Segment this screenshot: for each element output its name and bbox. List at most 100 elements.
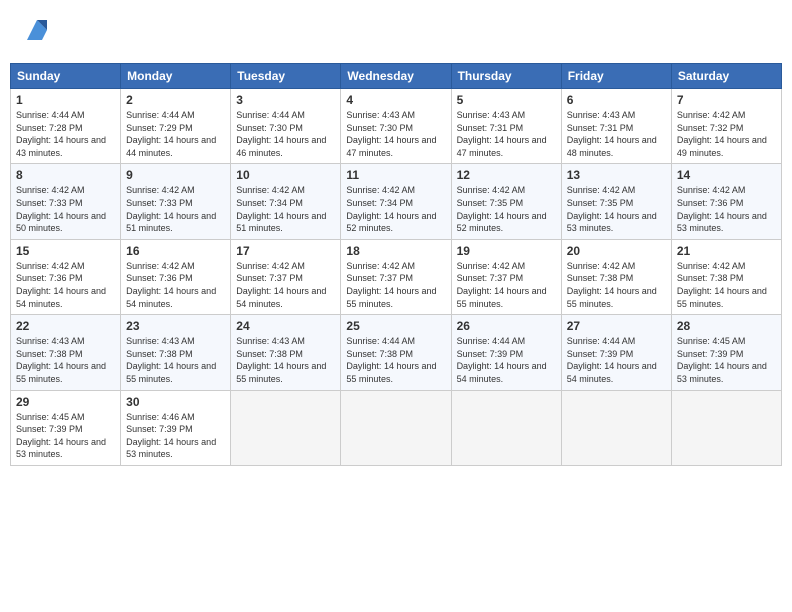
sunset-label: Sunset: 7:34 PM xyxy=(346,198,413,208)
calendar-cell xyxy=(561,390,671,465)
daylight-label: Daylight: 14 hours and 52 minutes. xyxy=(457,211,547,234)
daylight-label: Daylight: 14 hours and 55 minutes. xyxy=(16,361,106,384)
daylight-label: Daylight: 14 hours and 55 minutes. xyxy=(567,286,657,309)
day-number: 25 xyxy=(346,319,445,333)
daylight-label: Daylight: 14 hours and 53 minutes. xyxy=(16,437,106,460)
day-number: 26 xyxy=(457,319,556,333)
calendar-cell: 17 Sunrise: 4:42 AM Sunset: 7:37 PM Dayl… xyxy=(231,239,341,314)
day-number: 28 xyxy=(677,319,776,333)
calendar-cell: 27 Sunrise: 4:44 AM Sunset: 7:39 PM Dayl… xyxy=(561,315,671,390)
day-number: 8 xyxy=(16,168,115,182)
col-header-friday: Friday xyxy=(561,64,671,89)
calendar-cell: 22 Sunrise: 4:43 AM Sunset: 7:38 PM Dayl… xyxy=(11,315,121,390)
sunset-label: Sunset: 7:33 PM xyxy=(126,198,193,208)
daylight-label: Daylight: 14 hours and 53 minutes. xyxy=(567,211,657,234)
col-header-thursday: Thursday xyxy=(451,64,561,89)
day-info: Sunrise: 4:42 AM Sunset: 7:36 PM Dayligh… xyxy=(16,260,115,310)
day-number: 10 xyxy=(236,168,335,182)
sunrise-label: Sunrise: 4:44 AM xyxy=(567,336,636,346)
calendar-cell: 28 Sunrise: 4:45 AM Sunset: 7:39 PM Dayl… xyxy=(671,315,781,390)
sunrise-label: Sunrise: 4:43 AM xyxy=(236,336,305,346)
day-number: 9 xyxy=(126,168,225,182)
calendar-cell: 26 Sunrise: 4:44 AM Sunset: 7:39 PM Dayl… xyxy=(451,315,561,390)
day-number: 3 xyxy=(236,93,335,107)
daylight-label: Daylight: 14 hours and 54 minutes. xyxy=(457,361,547,384)
daylight-label: Daylight: 14 hours and 55 minutes. xyxy=(346,361,436,384)
daylight-label: Daylight: 14 hours and 53 minutes. xyxy=(677,211,767,234)
sunset-label: Sunset: 7:39 PM xyxy=(457,349,524,359)
sunset-label: Sunset: 7:39 PM xyxy=(16,424,83,434)
sunrise-label: Sunrise: 4:44 AM xyxy=(16,110,85,120)
sunrise-label: Sunrise: 4:43 AM xyxy=(126,336,195,346)
calendar-cell: 11 Sunrise: 4:42 AM Sunset: 7:34 PM Dayl… xyxy=(341,164,451,239)
sunrise-label: Sunrise: 4:42 AM xyxy=(457,261,526,271)
calendar-cell xyxy=(451,390,561,465)
day-number: 16 xyxy=(126,244,225,258)
daylight-label: Daylight: 14 hours and 48 minutes. xyxy=(567,135,657,158)
day-number: 15 xyxy=(16,244,115,258)
calendar-cell: 13 Sunrise: 4:42 AM Sunset: 7:35 PM Dayl… xyxy=(561,164,671,239)
calendar-cell xyxy=(231,390,341,465)
sunset-label: Sunset: 7:39 PM xyxy=(677,349,744,359)
day-number: 7 xyxy=(677,93,776,107)
sunset-label: Sunset: 7:28 PM xyxy=(16,123,83,133)
calendar-cell xyxy=(671,390,781,465)
calendar-table: SundayMondayTuesdayWednesdayThursdayFrid… xyxy=(10,63,782,466)
day-number: 4 xyxy=(346,93,445,107)
sunrise-label: Sunrise: 4:43 AM xyxy=(457,110,526,120)
day-info: Sunrise: 4:42 AM Sunset: 7:34 PM Dayligh… xyxy=(236,184,335,234)
daylight-label: Daylight: 14 hours and 51 minutes. xyxy=(126,211,216,234)
daylight-label: Daylight: 14 hours and 55 minutes. xyxy=(236,361,326,384)
calendar-cell: 2 Sunrise: 4:44 AM Sunset: 7:29 PM Dayli… xyxy=(121,89,231,164)
calendar-week-2: 8 Sunrise: 4:42 AM Sunset: 7:33 PM Dayli… xyxy=(11,164,782,239)
day-info: Sunrise: 4:44 AM Sunset: 7:38 PM Dayligh… xyxy=(346,335,445,385)
day-info: Sunrise: 4:43 AM Sunset: 7:31 PM Dayligh… xyxy=(457,109,556,159)
day-info: Sunrise: 4:42 AM Sunset: 7:37 PM Dayligh… xyxy=(457,260,556,310)
calendar-cell: 4 Sunrise: 4:43 AM Sunset: 7:30 PM Dayli… xyxy=(341,89,451,164)
col-header-tuesday: Tuesday xyxy=(231,64,341,89)
sunset-label: Sunset: 7:35 PM xyxy=(457,198,524,208)
day-number: 24 xyxy=(236,319,335,333)
page-header xyxy=(10,10,782,55)
day-info: Sunrise: 4:42 AM Sunset: 7:37 PM Dayligh… xyxy=(346,260,445,310)
sunset-label: Sunset: 7:32 PM xyxy=(677,123,744,133)
sunrise-label: Sunrise: 4:44 AM xyxy=(126,110,195,120)
day-number: 22 xyxy=(16,319,115,333)
calendar-cell: 21 Sunrise: 4:42 AM Sunset: 7:38 PM Dayl… xyxy=(671,239,781,314)
day-info: Sunrise: 4:43 AM Sunset: 7:30 PM Dayligh… xyxy=(346,109,445,159)
sunrise-label: Sunrise: 4:44 AM xyxy=(346,336,415,346)
sunrise-label: Sunrise: 4:42 AM xyxy=(236,185,305,195)
sunset-label: Sunset: 7:38 PM xyxy=(236,349,303,359)
day-number: 14 xyxy=(677,168,776,182)
calendar-cell: 20 Sunrise: 4:42 AM Sunset: 7:38 PM Dayl… xyxy=(561,239,671,314)
calendar-header-row: SundayMondayTuesdayWednesdayThursdayFrid… xyxy=(11,64,782,89)
sunrise-label: Sunrise: 4:44 AM xyxy=(236,110,305,120)
day-info: Sunrise: 4:44 AM Sunset: 7:29 PM Dayligh… xyxy=(126,109,225,159)
calendar-cell: 19 Sunrise: 4:42 AM Sunset: 7:37 PM Dayl… xyxy=(451,239,561,314)
daylight-label: Daylight: 14 hours and 47 minutes. xyxy=(457,135,547,158)
sunrise-label: Sunrise: 4:42 AM xyxy=(677,110,746,120)
daylight-label: Daylight: 14 hours and 53 minutes. xyxy=(126,437,216,460)
sunset-label: Sunset: 7:38 PM xyxy=(346,349,413,359)
calendar-cell: 18 Sunrise: 4:42 AM Sunset: 7:37 PM Dayl… xyxy=(341,239,451,314)
col-header-monday: Monday xyxy=(121,64,231,89)
day-info: Sunrise: 4:43 AM Sunset: 7:38 PM Dayligh… xyxy=(16,335,115,385)
col-header-sunday: Sunday xyxy=(11,64,121,89)
calendar-cell: 25 Sunrise: 4:44 AM Sunset: 7:38 PM Dayl… xyxy=(341,315,451,390)
day-number: 29 xyxy=(16,395,115,409)
day-number: 13 xyxy=(567,168,666,182)
sunset-label: Sunset: 7:30 PM xyxy=(346,123,413,133)
sunset-label: Sunset: 7:31 PM xyxy=(567,123,634,133)
sunrise-label: Sunrise: 4:42 AM xyxy=(567,185,636,195)
sunset-label: Sunset: 7:37 PM xyxy=(346,273,413,283)
calendar-cell: 12 Sunrise: 4:42 AM Sunset: 7:35 PM Dayl… xyxy=(451,164,561,239)
daylight-label: Daylight: 14 hours and 55 minutes. xyxy=(346,286,436,309)
sunset-label: Sunset: 7:37 PM xyxy=(457,273,524,283)
sunset-label: Sunset: 7:37 PM xyxy=(236,273,303,283)
sunrise-label: Sunrise: 4:42 AM xyxy=(16,185,85,195)
logo-icon xyxy=(22,15,52,45)
day-info: Sunrise: 4:43 AM Sunset: 7:38 PM Dayligh… xyxy=(236,335,335,385)
day-info: Sunrise: 4:44 AM Sunset: 7:30 PM Dayligh… xyxy=(236,109,335,159)
logo-text xyxy=(20,15,52,50)
calendar-cell: 29 Sunrise: 4:45 AM Sunset: 7:39 PM Dayl… xyxy=(11,390,121,465)
